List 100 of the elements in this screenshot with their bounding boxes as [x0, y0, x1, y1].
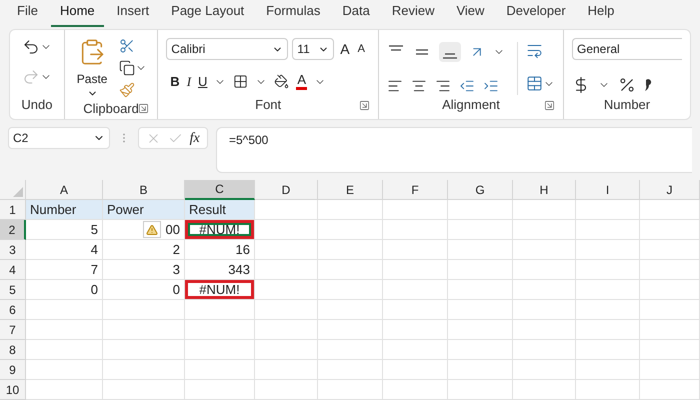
table-cell: Result — [185, 200, 254, 219]
empty-cell — [383, 280, 448, 300]
empty-cell — [513, 280, 576, 300]
font-size-field[interactable]: 11 — [292, 38, 334, 60]
menu-tab[interactable]: Developer — [497, 0, 575, 28]
launcher-icon[interactable] — [544, 100, 555, 110]
formula-field[interactable]: =5^500 — [216, 127, 692, 173]
row-header[interactable]: 10 — [0, 380, 26, 400]
bold-button[interactable]: B — [170, 72, 180, 92]
empty-cell — [318, 380, 383, 400]
comma-style-icon[interactable] — [644, 78, 652, 92]
wrap-text-icon[interactable] — [526, 42, 543, 60]
table-cell: #NUM! — [185, 220, 254, 239]
grow-font-button[interactable]: A — [338, 38, 352, 60]
empty-cell — [318, 260, 383, 280]
paste-button[interactable]: Paste — [72, 34, 112, 100]
empty-cell — [640, 320, 700, 340]
empty-cell — [576, 300, 640, 320]
empty-cell — [255, 300, 318, 320]
column-header[interactable]: I — [576, 180, 640, 200]
empty-cell — [513, 260, 576, 280]
scissors-icon[interactable] — [119, 38, 136, 54]
empty-cell — [448, 360, 513, 380]
undo-icon[interactable] — [22, 38, 40, 56]
borders-icon[interactable] — [233, 74, 248, 90]
underline-button[interactable]: U — [198, 72, 208, 92]
empty-cell — [185, 320, 255, 340]
italic-button[interactable]: I — [186, 72, 192, 92]
empty-cell — [383, 380, 448, 400]
row-header[interactable]: 9 — [0, 360, 26, 380]
group-label: Number — [604, 96, 650, 114]
copy-icon[interactable] — [119, 60, 136, 76]
empty-cell — [448, 340, 513, 360]
empty-cell — [185, 380, 255, 400]
menu-tab[interactable]: File — [8, 0, 47, 28]
empty-cell — [513, 200, 576, 220]
empty-cell — [318, 300, 383, 320]
merge-cells-icon[interactable] — [526, 75, 543, 92]
empty-cell — [513, 220, 576, 240]
empty-cell — [448, 320, 513, 340]
column-header[interactable]: D — [255, 180, 318, 200]
menu-tab[interactable]: Help — [578, 0, 624, 28]
menu-tab[interactable]: Formulas — [257, 0, 330, 28]
table-cell: Power — [103, 200, 184, 219]
empty-cell — [185, 340, 255, 360]
empty-cell — [383, 240, 448, 260]
row-header[interactable]: 6 — [0, 300, 26, 320]
empty-cell — [640, 200, 700, 220]
row-header[interactable]: 3 — [0, 240, 26, 260]
warning-icon[interactable] — [142, 221, 161, 238]
font-name-field[interactable]: Calibri — [166, 38, 288, 60]
empty-cell — [383, 220, 448, 240]
menu-tab[interactable]: Review — [382, 0, 444, 28]
column-header[interactable]: C — [185, 180, 255, 200]
table-cell: Number — [26, 200, 102, 219]
column-header[interactable]: G — [448, 180, 513, 200]
paintbrush-icon[interactable] — [119, 82, 136, 98]
font-color-button[interactable]: A — [296, 73, 308, 90]
table-cell-text: 16 — [234, 240, 251, 258]
table-cell-text: 0 — [172, 280, 181, 298]
insert-function-button[interactable]: fx — [190, 128, 200, 148]
empty-cell — [318, 240, 383, 260]
empty-cell — [576, 240, 640, 260]
empty-cell — [640, 280, 700, 300]
menu-tab[interactable]: Data — [333, 0, 379, 28]
menu-tab[interactable]: Home — [50, 0, 104, 28]
column-header[interactable]: E — [318, 180, 383, 200]
launcher-icon[interactable] — [138, 103, 150, 114]
table-cell-text: 343 — [227, 260, 251, 278]
table-cell-text: 7 — [90, 260, 99, 278]
percent-icon[interactable] — [618, 76, 636, 94]
empty-cell — [513, 240, 576, 260]
table-cell-text: 00 — [164, 220, 181, 238]
empty-cell — [383, 320, 448, 340]
row-header[interactable]: 5 — [0, 280, 26, 300]
paint-bucket-icon[interactable] — [274, 74, 290, 90]
empty-cell — [640, 340, 700, 360]
column-header[interactable]: J — [640, 180, 700, 200]
number-format-field[interactable]: General — [572, 38, 682, 60]
row-header[interactable]: 8 — [0, 340, 26, 360]
name-box[interactable]: C2 — [8, 127, 110, 149]
menu-tab[interactable]: View — [447, 0, 494, 28]
column-header[interactable]: F — [383, 180, 448, 200]
empty-cell — [448, 240, 513, 260]
column-header[interactable]: H — [513, 180, 576, 200]
empty-cell — [318, 200, 383, 220]
launcher-icon[interactable] — [359, 100, 370, 110]
menu-tab[interactable]: Page Layout — [162, 0, 254, 28]
shrink-font-button[interactable]: A — [356, 40, 367, 58]
row-header[interactable]: 1 — [0, 200, 26, 220]
empty-cell — [255, 340, 318, 360]
empty-cell — [513, 380, 576, 400]
table-cell-text: 4 — [90, 240, 99, 258]
row-header[interactable]: 7 — [0, 320, 26, 340]
empty-cell — [513, 300, 576, 320]
empty-cell — [640, 260, 700, 280]
table-cell-text: 3 — [172, 260, 181, 278]
row-header[interactable]: 4 — [0, 260, 26, 280]
row-header[interactable]: 2 — [0, 220, 26, 240]
menu-tab[interactable]: Insert — [108, 0, 158, 28]
